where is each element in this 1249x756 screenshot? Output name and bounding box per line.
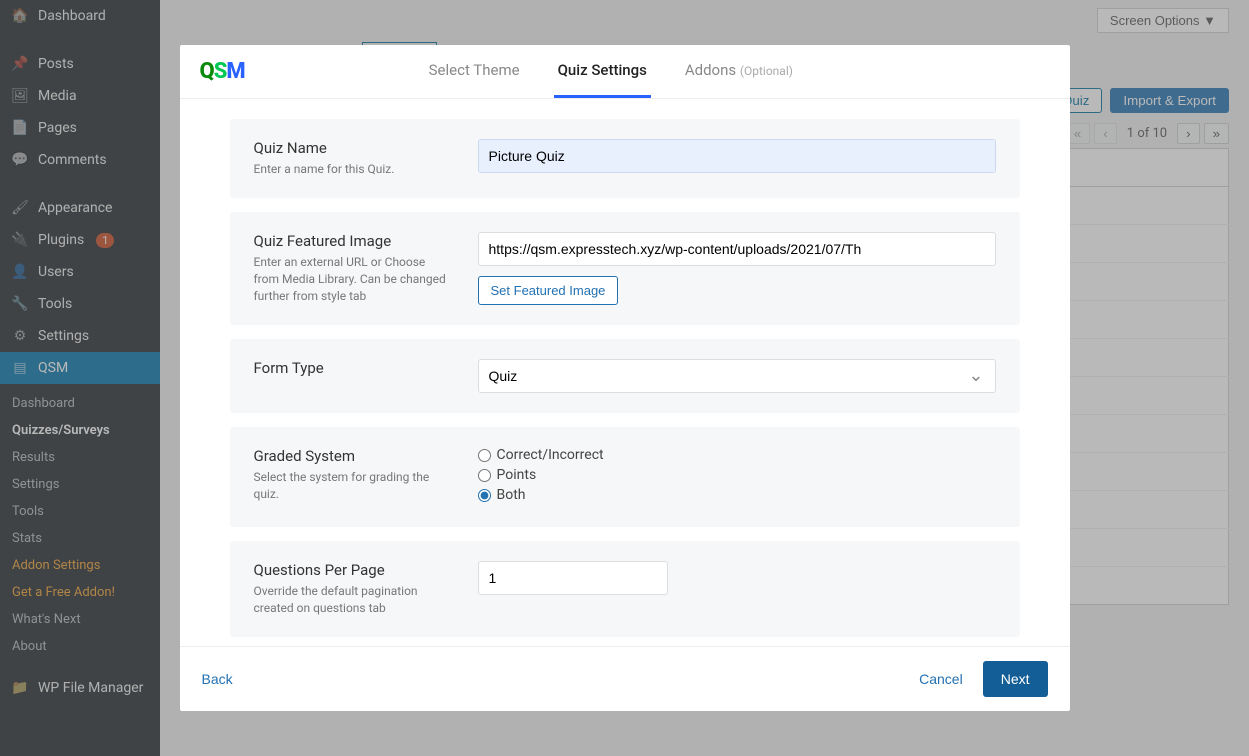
quiz-name-input[interactable] [478,139,996,173]
featured-image-input[interactable] [478,232,996,266]
quiz-name-label: Quiz Name [254,139,454,157]
set-featured-image-button[interactable]: Set Featured Image [478,276,619,305]
qpp-input[interactable] [478,561,668,595]
setting-form-type: Form Type Quiz [230,339,1020,413]
qsm-logo: QSM [200,59,245,84]
qpp-desc: Override the default pagination created … [254,583,454,617]
graded-system-label: Graded System [254,447,454,465]
setting-graded-system: Graded System Select the system for gradi… [230,427,1020,527]
graded-system-desc: Select the system for grading the quiz. [254,469,454,503]
form-type-label: Form Type [254,359,454,377]
next-button[interactable]: Next [983,661,1048,697]
featured-image-label: Quiz Featured Image [254,232,454,250]
qpp-label: Questions Per Page [254,561,454,579]
tab-select-theme[interactable]: Select Theme [425,45,524,98]
featured-image-desc: Enter an external URL or Choose from Med… [254,254,454,304]
radio-correct-incorrect[interactable] [478,449,491,462]
quiz-name-desc: Enter a name for this Quiz. [254,161,454,178]
radio-both[interactable] [478,489,491,502]
tab-quiz-settings[interactable]: Quiz Settings [554,45,651,98]
setting-questions-per-page: Questions Per Page Override the default p… [230,541,1020,637]
form-type-select[interactable]: Quiz [478,359,996,393]
quiz-settings-modal: QSM Select Theme Quiz Settings Addons (O… [180,45,1070,710]
modal-overlay: QSM Select Theme Quiz Settings Addons (O… [0,0,1249,756]
setting-quiz-name: Quiz Name Enter a name for this Quiz. [230,119,1020,198]
back-button[interactable]: Back [202,671,233,687]
setting-featured-image: Quiz Featured Image Enter an external URL… [230,212,1020,325]
radio-points[interactable] [478,469,491,482]
tab-addons[interactable]: Addons (Optional) [681,45,797,98]
cancel-button[interactable]: Cancel [919,671,963,687]
